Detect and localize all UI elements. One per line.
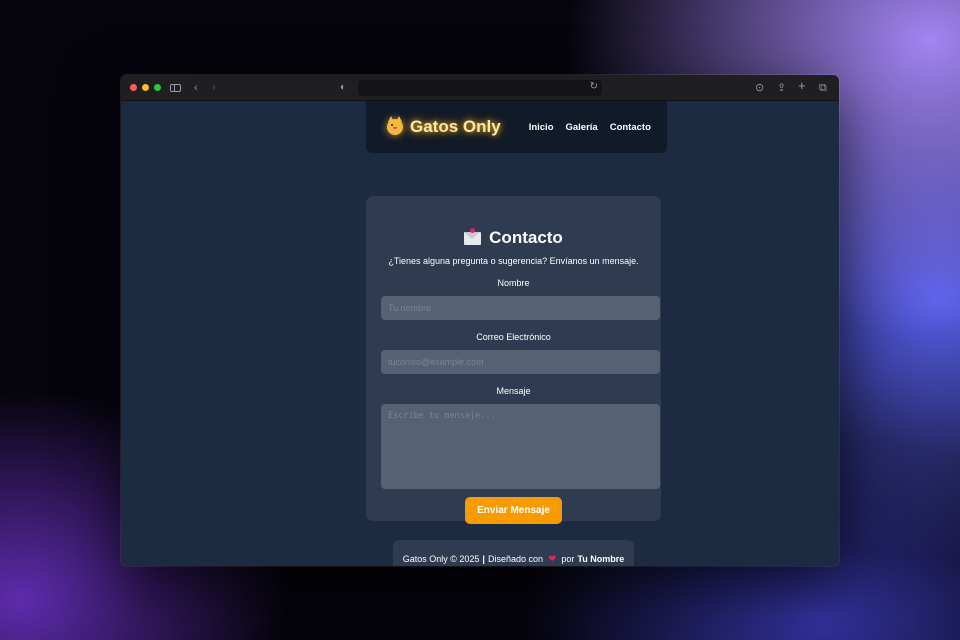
contact-title: Contacto xyxy=(489,228,563,247)
nav-link-contacto[interactable]: Contacto xyxy=(610,122,651,133)
share-icon[interactable]: ⇪ xyxy=(777,81,786,95)
email-input[interactable]: tucorreo@example.com xyxy=(381,350,660,374)
new-tab-icon[interactable]: + xyxy=(798,79,806,93)
download-icon[interactable]: ⊙ xyxy=(755,81,764,95)
message-textarea[interactable]: Escribe tu mensaje... xyxy=(381,404,660,489)
shield-icon[interactable]: ◐ xyxy=(340,81,346,95)
brand-name: Gatos Only xyxy=(410,117,501,136)
browser-toolbar: ‹ › ◐ ↻ ⊙ ⇪ + ⧉ xyxy=(121,75,839,101)
address-bar[interactable]: ↻ xyxy=(358,80,602,96)
site-footer: Gatos Only © 2025 | Diseñado con ❤ por T… xyxy=(393,540,634,566)
contact-heading: Contacto xyxy=(366,227,661,248)
envelope-icon xyxy=(464,227,482,245)
browser-window: ‹ › ◐ ↻ ⊙ ⇪ + ⧉ Gatos Only Inicio Galerí… xyxy=(121,75,839,566)
maximize-window-button[interactable] xyxy=(154,84,161,91)
window-controls xyxy=(130,84,161,91)
close-window-button[interactable] xyxy=(130,84,137,91)
name-input[interactable]: Tu nombre xyxy=(381,296,660,320)
nav-link-inicio[interactable]: Inicio xyxy=(529,122,554,133)
nav-links: Inicio Galería Contacto xyxy=(529,122,651,133)
tabs-icon[interactable]: ⧉ xyxy=(819,81,827,95)
contact-subtitle: ¿Tienes alguna pregunta o sugerencia? En… xyxy=(388,256,639,266)
footer-by: por xyxy=(561,554,575,564)
forward-icon[interactable]: › xyxy=(212,81,216,95)
site-navbar: Gatos Only Inicio Galería Contacto xyxy=(366,101,667,153)
send-message-button[interactable]: Enviar Mensaje xyxy=(465,497,562,524)
cat-face-icon xyxy=(387,116,403,135)
back-icon[interactable]: ‹ xyxy=(194,81,198,95)
footer-designed: Diseñado con xyxy=(487,554,543,564)
contact-card: Contacto ¿Tienes alguna pregunta o suger… xyxy=(366,196,661,524)
name-label: Nombre xyxy=(497,278,530,288)
brand[interactable]: Gatos Only xyxy=(387,116,501,137)
nav-link-galeria[interactable]: Galería xyxy=(566,122,598,133)
web-page: Gatos Only Inicio Galería Contacto Conta… xyxy=(121,101,839,566)
email-label: Correo Electrónico xyxy=(476,332,551,342)
heart-icon: ❤ xyxy=(548,553,557,565)
footer-separator: | xyxy=(482,554,485,564)
sidebar-icon[interactable] xyxy=(170,84,181,92)
message-label: Mensaje xyxy=(496,386,531,396)
footer-copyright: Gatos Only © 2025 xyxy=(402,554,480,564)
minimize-window-button[interactable] xyxy=(142,84,149,91)
footer-author: Tu Nombre xyxy=(577,554,625,564)
reload-icon[interactable]: ↻ xyxy=(590,81,598,92)
